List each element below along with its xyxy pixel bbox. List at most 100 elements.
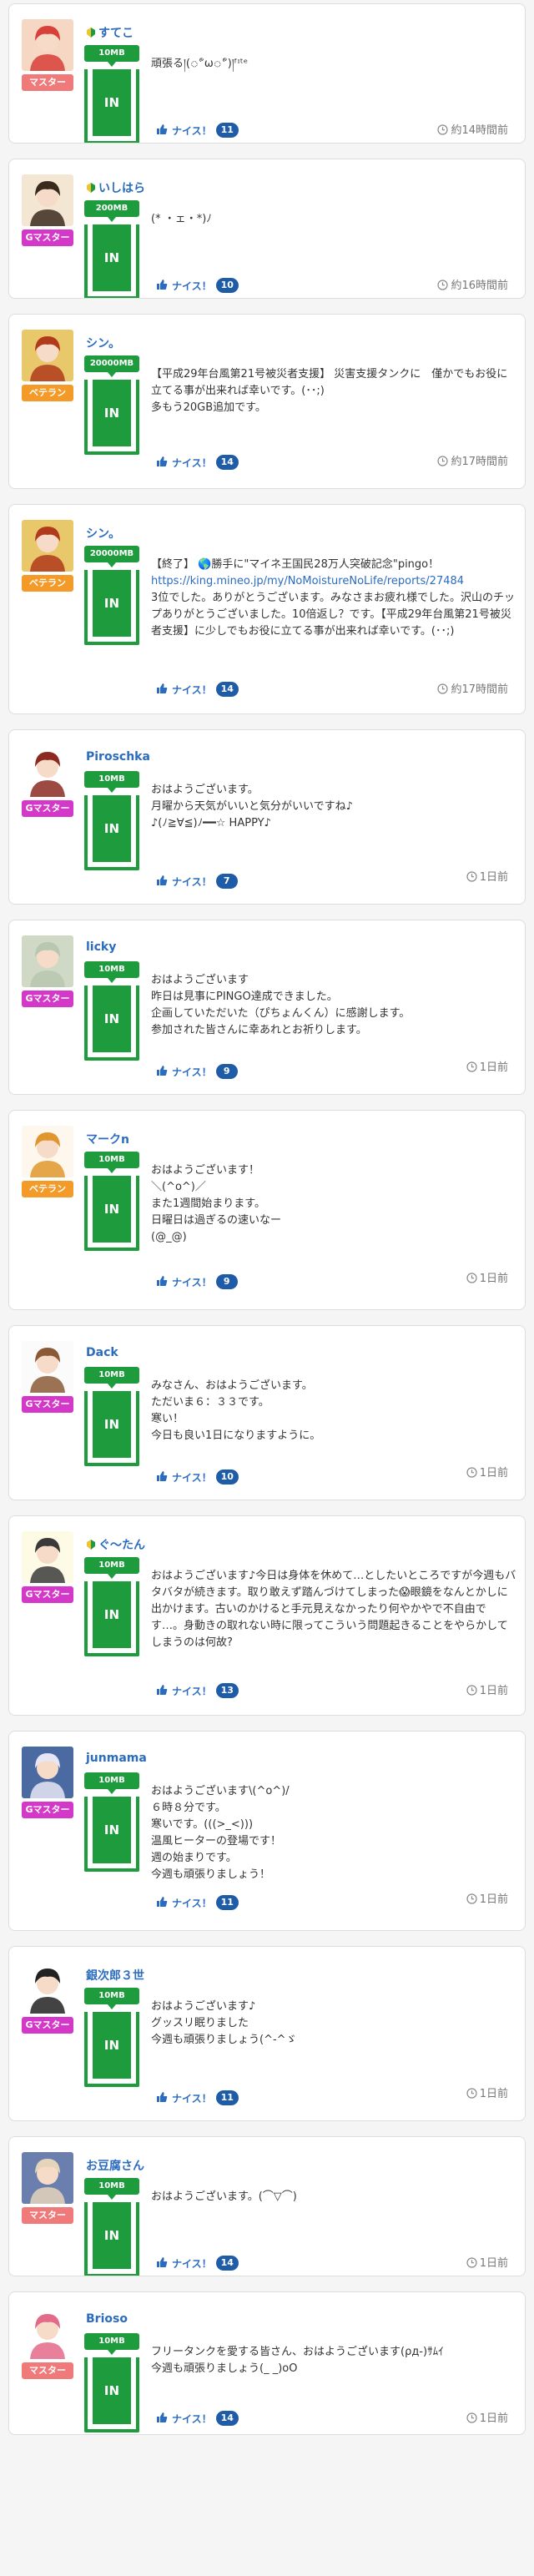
tank-in-button[interactable]: IN — [84, 2012, 139, 2087]
username-text[interactable]: 銀次郎３世 — [86, 1969, 144, 1983]
username-link[interactable]: お豆腐さん — [86, 2157, 144, 2174]
tank-in-button[interactable]: IN — [84, 1391, 139, 1466]
username-link[interactable]: シン。 — [86, 525, 120, 542]
nice-button[interactable]: ナイス！ 14 — [156, 2256, 239, 2271]
tank-in-button[interactable]: IN — [84, 380, 139, 455]
user-avatar[interactable] — [22, 935, 73, 987]
clock-icon — [466, 1685, 477, 1699]
username-text[interactable]: ぐ〜たん — [98, 1539, 145, 1552]
gift-amount-badge: 10MB — [84, 771, 139, 793]
report-link[interactable]: https://king.mineo.jp/my/NoMoistureNoLif… — [151, 575, 464, 587]
username-link[interactable]: すてこ — [86, 24, 134, 42]
rank-badge: ベテラン — [22, 575, 73, 592]
username-text[interactable]: Piroschka — [86, 750, 150, 764]
nice-button[interactable]: ナイス！ 14 — [156, 2411, 239, 2426]
in-label: IN — [93, 69, 131, 136]
tank-in-button[interactable]: IN — [84, 2357, 139, 2432]
username-link[interactable]: Dack — [86, 1346, 118, 1359]
user-avatar[interactable] — [22, 520, 73, 572]
username-text[interactable]: シン。 — [86, 337, 120, 350]
user-avatar[interactable] — [22, 1747, 73, 1798]
user-avatar[interactable] — [22, 174, 73, 226]
username-text[interactable]: いしはら — [98, 182, 145, 195]
in-label: IN — [93, 380, 131, 446]
nice-button[interactable]: ナイス！ 9 — [156, 1274, 238, 1289]
username-link[interactable]: licky — [86, 940, 116, 954]
tank-in-button[interactable]: IN — [84, 795, 139, 870]
user-avatar[interactable] — [22, 330, 73, 381]
username-link[interactable]: 銀次郎３世 — [86, 1967, 144, 1984]
username-text[interactable]: licky — [86, 940, 116, 954]
username-text[interactable]: Brioso — [86, 2312, 128, 2326]
username-text[interactable]: junmama — [86, 1752, 147, 1765]
tank-in-button[interactable]: IN — [84, 570, 139, 645]
nice-count: 14 — [215, 2256, 239, 2271]
gift-amount-badge: 10MB — [84, 1152, 139, 1173]
user-avatar[interactable] — [22, 1341, 73, 1393]
username-link[interactable]: ぐ〜たん — [86, 1536, 145, 1554]
rank-badge: Gマスター — [22, 800, 73, 817]
rank-badge: Gマスター — [22, 2017, 73, 2034]
in-label: IN — [93, 1797, 131, 1863]
timestamp: 約16時間前 — [437, 276, 508, 294]
comment-text: おはようございます。 月曜から天気がいいと気分がいいですね♪ ♪(ﾉ≧∀≦)ﾉ━… — [151, 782, 518, 832]
tank-in-button[interactable]: IN — [84, 1176, 139, 1251]
nice-label: ナイス！ — [172, 875, 212, 888]
nice-count: 11 — [215, 1895, 239, 1910]
user-avatar[interactable] — [22, 2152, 73, 2204]
timestamp: 1日前 — [466, 2084, 508, 2102]
username-link[interactable]: シン。 — [86, 335, 120, 351]
nice-button[interactable]: ナイス！ 14 — [156, 682, 239, 697]
gift-amount-badge: 10MB — [84, 2333, 139, 2355]
user-avatar[interactable] — [22, 1531, 73, 1583]
comment-body: おはようございます。 月曜から天気がいいと気分がいいですね♪ ♪(ﾉ≧∀≦)ﾉ━… — [151, 784, 353, 829]
username-text[interactable]: マークn — [86, 1133, 129, 1147]
comment-card: ベテラン マークn 10MB IN おはようございます！ ＼(^o^)／ また1週間始ま… — [8, 1110, 526, 1310]
nice-count: 14 — [215, 2411, 239, 2426]
comment-body: おはようございます。(⌒▽⌒) — [151, 2190, 297, 2203]
username-text[interactable]: シン。 — [86, 527, 120, 541]
username-text[interactable]: Dack — [86, 1346, 118, 1359]
rank-badge: Gマスター — [22, 991, 73, 1007]
nice-button[interactable]: ナイス！ 10 — [156, 1469, 239, 1485]
comment-text: (* ・ェ・*)ﾉ — [151, 211, 518, 228]
username-link[interactable]: Brioso — [86, 2312, 128, 2326]
nice-label: ナイス！ — [172, 683, 212, 696]
username-link[interactable]: マークn — [86, 1131, 129, 1147]
user-avatar[interactable] — [22, 1126, 73, 1177]
tank-in-button[interactable]: IN — [84, 986, 139, 1061]
comment-text: みなさん、おはようございます。 ただいま６：３３です。 寒い！ 今日も良い1日に… — [151, 1378, 518, 1444]
nice-button[interactable]: ナイス！ 7 — [156, 874, 238, 889]
clock-icon — [437, 456, 449, 470]
in-label: IN — [93, 986, 131, 1052]
nice-button[interactable]: ナイス！ 11 — [156, 2090, 239, 2105]
tank-in-button[interactable]: IN — [84, 1797, 139, 1872]
username-link[interactable]: Piroschka — [86, 750, 150, 764]
timestamp: 1日前 — [466, 1058, 508, 1076]
nice-button[interactable]: ナイス！ 13 — [156, 1683, 239, 1698]
nice-button[interactable]: ナイス！ 9 — [156, 1064, 238, 1079]
nice-button[interactable]: ナイス！ 10 — [156, 278, 239, 293]
timestamp: 約17時間前 — [437, 680, 508, 698]
tank-in-button[interactable]: IN — [84, 224, 139, 298]
clock-icon — [466, 2257, 477, 2271]
nice-button[interactable]: ナイス！ 11 — [156, 1895, 239, 1910]
user-avatar[interactable] — [22, 19, 73, 71]
user-avatar[interactable] — [22, 1962, 73, 2014]
timestamp-text: 1日前 — [479, 2412, 508, 2425]
tank-in-button[interactable]: IN — [84, 1581, 139, 1656]
nice-button[interactable]: ナイス！ 14 — [156, 455, 239, 470]
user-avatar[interactable] — [22, 2307, 73, 2359]
tank-in-button[interactable]: IN — [84, 2202, 139, 2276]
username-link[interactable]: いしはら — [86, 179, 145, 197]
user-avatar[interactable] — [22, 745, 73, 797]
username-link[interactable]: junmama — [86, 1752, 147, 1765]
comment-body: おはようございます！ ＼(^o^)／ また1週間始まります。 日曜日は過ぎるの速… — [151, 1164, 282, 1243]
timestamp-text: 1日前 — [479, 1273, 508, 1285]
gift-amount-badge: 10MB — [84, 961, 139, 983]
tank-in-button[interactable]: IN — [84, 69, 139, 143]
username-text[interactable]: お豆腐さん — [86, 2160, 144, 2173]
gift-amount-badge: 20000MB — [84, 355, 139, 377]
nice-button[interactable]: ナイス！ 11 — [156, 123, 239, 138]
username-text[interactable]: すてこ — [98, 27, 134, 40]
